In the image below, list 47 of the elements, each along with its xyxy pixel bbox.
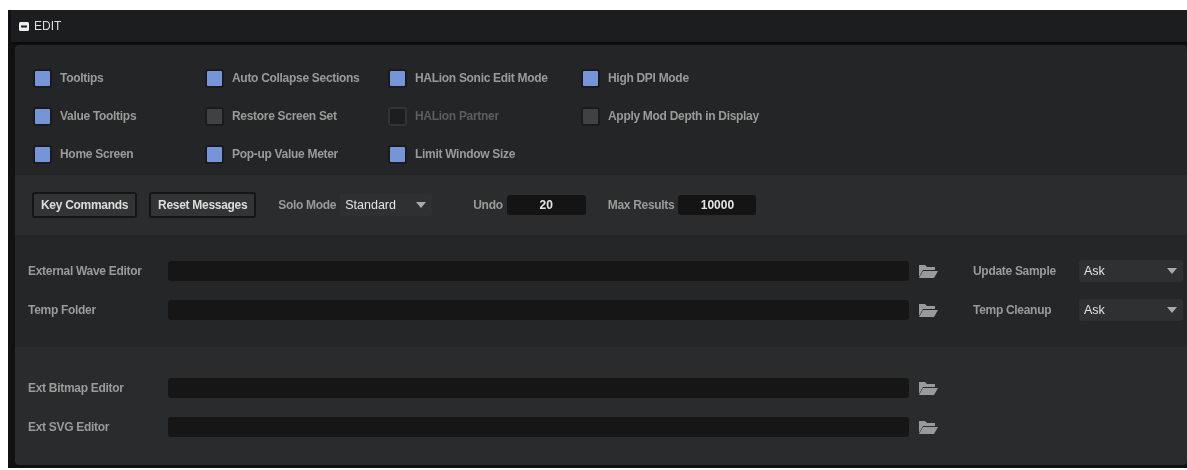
- checkbox[interactable]: [388, 144, 407, 164]
- folder-icon[interactable]: [918, 264, 938, 279]
- caret-icon: [1167, 268, 1177, 275]
- option-label: Update Sample: [973, 264, 1057, 279]
- checkbox-label: Limit Window Size: [415, 147, 516, 161]
- option-dropdown[interactable]: Ask: [1079, 299, 1183, 322]
- checkbox-label: Apply Mod Depth in Display: [608, 109, 759, 123]
- section-header[interactable]: EDIT: [11, 10, 1187, 44]
- action-button[interactable]: Key Commands: [32, 192, 138, 219]
- checkbox-label: Home Screen: [60, 147, 134, 161]
- option-dropdown[interactable]: Ask: [1079, 260, 1183, 283]
- checkbox-label: Tooltips: [60, 71, 104, 85]
- option-label: Temp Cleanup: [973, 303, 1053, 318]
- path-label: Ext SVG Editor: [28, 420, 111, 435]
- checkbox-label: High DPI Mode: [608, 71, 689, 85]
- folder-icon[interactable]: [918, 303, 938, 318]
- folder-icon[interactable]: [918, 420, 938, 435]
- folder-icon[interactable]: [918, 381, 938, 396]
- checkbox[interactable]: [33, 68, 52, 88]
- checkbox-label: Auto Collapse Sections: [232, 71, 360, 85]
- checkbox-label: HALion Sonic Edit Mode: [415, 71, 548, 85]
- checkbox[interactable]: [205, 144, 224, 164]
- collapse-icon[interactable]: [19, 21, 29, 31]
- solo-mode-dropdown[interactable]: Standard: [340, 194, 433, 217]
- checkbox-label: Pop-up Value Meter: [232, 147, 338, 161]
- checkbox[interactable]: [205, 68, 224, 88]
- caret-icon: [1167, 307, 1177, 314]
- section-title: EDIT: [34, 19, 62, 33]
- checkbox[interactable]: [205, 106, 224, 126]
- checkbox[interactable]: [33, 106, 52, 126]
- path-label: Temp Folder: [28, 303, 97, 318]
- solo-mode-label: Solo Mode: [278, 198, 337, 213]
- checkbox[interactable]: [581, 68, 600, 88]
- checkbox[interactable]: [388, 68, 407, 88]
- checkbox-label: HALion Partner: [415, 109, 499, 123]
- max-results-field[interactable]: 10000: [678, 195, 757, 216]
- caret-icon: [416, 202, 427, 209]
- undo-label: Undo: [473, 198, 503, 213]
- checkbox[interactable]: [33, 144, 52, 164]
- max-results-label: Max Results: [607, 198, 675, 213]
- path-label: Ext Bitmap Editor: [28, 381, 125, 396]
- action-button[interactable]: Reset Messages: [149, 192, 257, 219]
- checkbox[interactable]: [581, 106, 600, 126]
- path-label: External Wave Editor: [28, 264, 143, 279]
- undo-field[interactable]: 20: [506, 195, 586, 216]
- checkbox-label: Restore Screen Set: [232, 109, 337, 123]
- checkbox-label: Value Tooltips: [60, 109, 137, 123]
